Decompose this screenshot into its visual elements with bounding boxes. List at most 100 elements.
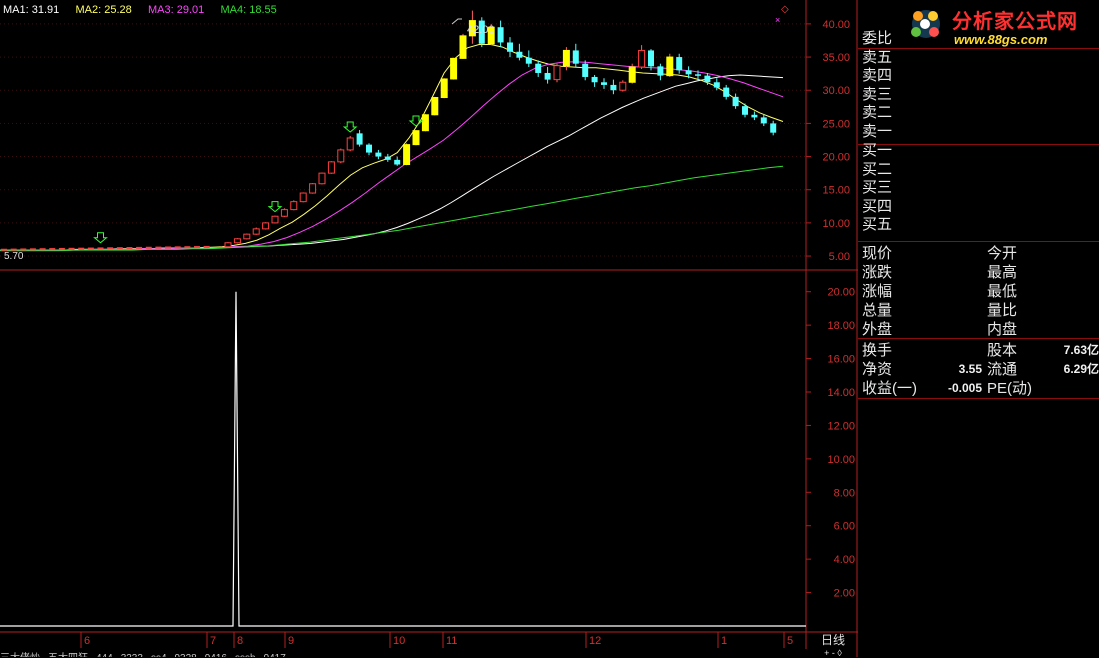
fin-stat-value: 3.55 (958, 362, 982, 376)
candle (233, 238, 241, 244)
candle (497, 20, 504, 48)
indicator-tick-label: 2.00 (834, 588, 855, 600)
indicator-tab[interactable]: 三大佬炒 (0, 653, 40, 657)
high-pointer (451, 18, 462, 25)
candle (203, 245, 210, 248)
quote-stat-label: 最低 (987, 283, 1018, 300)
price-tick-label: 20.00 (822, 152, 850, 164)
high-label: 42.00 (467, 24, 495, 36)
quote-stat-label: 量比 (987, 302, 1018, 319)
candle (318, 172, 326, 185)
ma-legend-item: MA1: 31.91 (3, 4, 59, 16)
price-tick-label: 15.00 (822, 185, 850, 197)
order-book-level: 买二 (862, 160, 893, 178)
period-button[interactable]: 日线 (808, 632, 858, 649)
indicator-tabs-strip[interactable]: 三大佬炒 五大四狂 444 3333 ss4 9328 9416 sssh 9417 (0, 649, 820, 657)
order-book-level: 买五 (862, 216, 893, 233)
candle (136, 246, 143, 249)
quote-stat-label: 现价 (862, 245, 893, 262)
buy-arrow-icon (267, 201, 283, 213)
order-book-level: 卖四 (862, 67, 893, 84)
month-tick-label: 8 (237, 635, 243, 647)
candle (29, 248, 36, 251)
quote-stat-label: 外盘 (862, 321, 893, 338)
candle (356, 130, 363, 147)
candle (770, 120, 777, 136)
candle (68, 247, 75, 250)
chart-canvas: 40.0035.0030.0025.0020.0015.0010.005.00 … (0, 0, 858, 657)
indicator-tick-label: 16.00 (827, 354, 855, 366)
quote-stat-label: 今开 (987, 245, 1018, 262)
ma-legend-item: MA3: 29.01 (148, 4, 204, 16)
indicator-tab[interactable]: 9417 (264, 653, 286, 657)
candle (366, 143, 372, 156)
candle (58, 247, 65, 250)
candle (224, 242, 232, 248)
candle (337, 148, 345, 164)
candle (676, 53, 683, 74)
candle (194, 246, 200, 249)
diamond-icon: ◇ (781, 4, 789, 15)
indicator-tab[interactable]: 9328 (175, 653, 197, 657)
order-book-level: 卖三 (862, 85, 893, 103)
candle (459, 33, 467, 60)
quote-stat-label: 涨幅 (862, 283, 893, 300)
corner-markers: ◇ × (775, 4, 789, 25)
order-book-level: 卖一 (862, 122, 893, 140)
indicator-tick-label: 6.00 (834, 521, 855, 533)
buy-arrow-icon (93, 232, 108, 244)
indicator-tab[interactable]: 3333 (121, 653, 143, 657)
candle (591, 74, 598, 87)
candle (619, 80, 627, 92)
order-book-level: 卖二 (862, 104, 893, 121)
buy-arrow-icon (342, 121, 358, 133)
zoom-controls[interactable]: + - ◊ (808, 649, 858, 658)
indicator-tab[interactable]: 9416 (205, 653, 227, 657)
indicator-grid: 20.00 18.00 16.00 14.00 12.00 10.00 8.00 6.00 4.… (806, 287, 855, 600)
fin-stat-label: 换手 (862, 342, 893, 359)
candle (145, 246, 152, 249)
candle (440, 78, 448, 99)
indicator-tab[interactable]: sssh (235, 653, 256, 657)
price-tick-label: 25.00 (822, 118, 850, 130)
candle (421, 114, 429, 132)
candle (309, 183, 317, 194)
candle (582, 60, 589, 81)
candle (116, 247, 123, 250)
indicator-tick-label: 8.00 (834, 487, 855, 499)
ma-line-ma2 (0, 44, 784, 251)
indicator-tick-label: 4.00 (834, 554, 855, 566)
ma-legend: MA1: 31.91 MA2: 25.28 MA3: 29.01 MA4: 18.55 (3, 4, 277, 16)
indicator-line (0, 291, 806, 627)
candle (601, 78, 607, 89)
price-tick-label: 35.00 (822, 52, 850, 64)
fin-stat-label: 净资 (862, 361, 893, 378)
candle (97, 247, 104, 250)
month-tick-label: 9 (288, 635, 294, 647)
indicator-tab[interactable]: 五大四狂 (48, 653, 88, 657)
candlestick-series (1, 10, 777, 251)
candle (535, 60, 542, 77)
order-book-level: 买四 (862, 197, 893, 215)
fin-stat-label: 收益(一) (862, 380, 917, 397)
candle (271, 215, 279, 224)
price-tick-label: 5.00 (829, 251, 850, 263)
candle (290, 200, 298, 211)
ma-line-ma1 (0, 74, 784, 251)
indicator-tab[interactable]: 444 (96, 653, 113, 657)
candle (262, 222, 270, 230)
quote-stat-label: 内盘 (987, 321, 1018, 338)
candle (516, 43, 523, 61)
indicator-tab[interactable]: ss4 (151, 653, 167, 657)
quote-stat-label: 涨跌 (862, 264, 893, 281)
price-tick-label: 30.00 (822, 85, 850, 97)
candle (87, 247, 94, 250)
candle (723, 84, 730, 100)
buy-arrow-icon (408, 115, 424, 127)
candle (507, 37, 513, 58)
ma-legend-item: MA4: 18.55 (221, 4, 277, 16)
fin-stat-value: -0.005 (947, 381, 982, 395)
candle (732, 93, 739, 109)
quote-panel: 委比 卖五 卖四 卖三 卖二 卖一 买一 买二 买三 买四 买五 现价 涨跌 涨幅 总量 外盘 今开 最高 最低 量比… (858, 0, 1099, 657)
indicator-series (0, 291, 806, 627)
